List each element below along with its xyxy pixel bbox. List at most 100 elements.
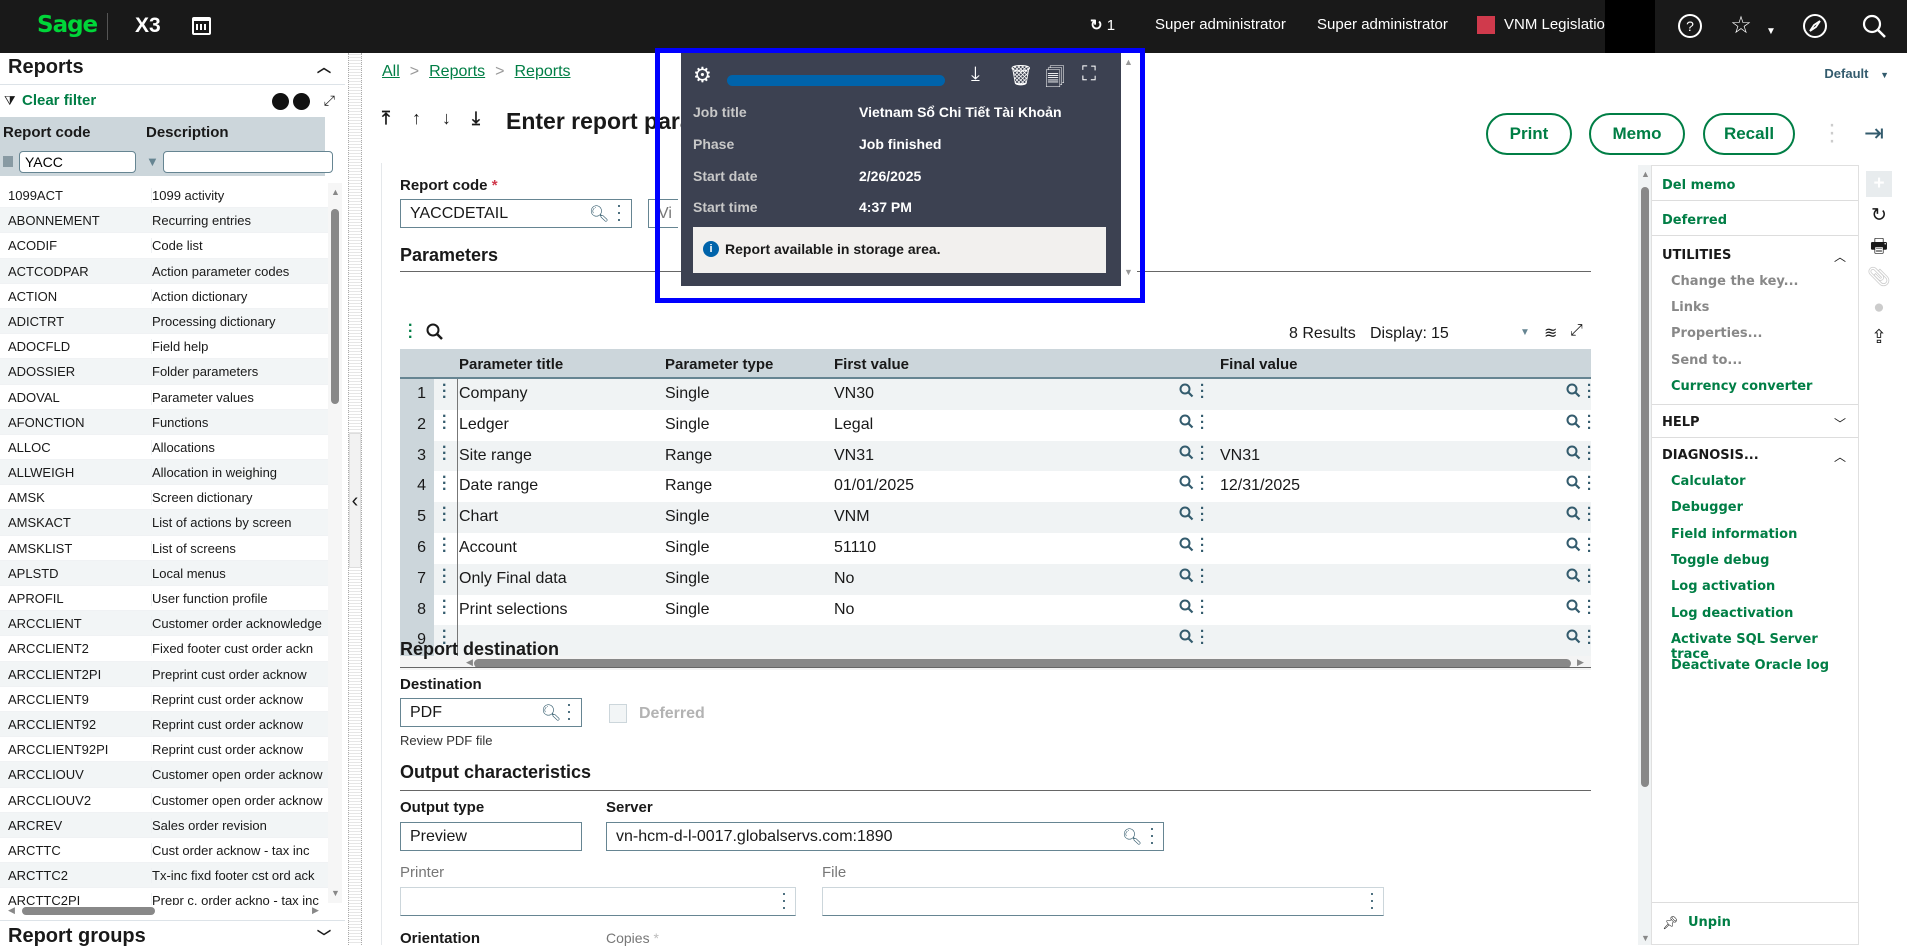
column-header-report-code[interactable]: Report code bbox=[3, 124, 91, 141]
fullscreen-icon[interactable]: ⛶ bbox=[1082, 63, 1096, 86]
table-row[interactable]: 3 · · · Site range Range VN31 · · · VN31 · · · bbox=[400, 439, 1592, 472]
scroll-down-icon[interactable]: ▼ bbox=[331, 888, 340, 898]
list-item[interactable]: ARCCLIENT9 Reprint cust order acknow bbox=[0, 687, 328, 712]
scrollbar-thumb[interactable] bbox=[22, 907, 155, 915]
properties-action[interactable]: Properties... bbox=[1671, 326, 1762, 341]
lookup-icon[interactable] bbox=[1179, 414, 1194, 433]
display-value[interactable]: 15 bbox=[1431, 325, 1449, 343]
search-icon[interactable] bbox=[1860, 12, 1888, 40]
output-type-field[interactable]: Preview bbox=[400, 822, 582, 851]
list-item[interactable]: ACTION Action dictionary bbox=[0, 284, 328, 309]
scroll-left-icon[interactable]: ◀ bbox=[8, 905, 15, 916]
table-row[interactable]: 6 · · · Account Single 51110 · · · · · · bbox=[400, 531, 1592, 564]
column-header-parameter-title[interactable]: Parameter title bbox=[459, 356, 563, 373]
field-menu-icon[interactable]: · · · bbox=[616, 196, 622, 228]
first-value-cell[interactable]: No bbox=[834, 601, 854, 619]
cell-menu-icon[interactable]: · · · bbox=[1587, 594, 1592, 621]
list-item[interactable]: ARCCLIENT Customer order acknowledge bbox=[0, 611, 328, 637]
list-vertical-scrollbar[interactable]: ▲ ▼ bbox=[328, 183, 342, 903]
cell-menu-icon[interactable]: · · · bbox=[1200, 624, 1205, 651]
expand-chevron-icon[interactable]: ﹀ bbox=[317, 927, 331, 947]
printer-field[interactable]: · · · bbox=[400, 884, 796, 916]
list-item[interactable]: ALLWEIGH Allocation in weighing bbox=[0, 460, 328, 486]
view-selector[interactable]: Default ▼ bbox=[1824, 66, 1889, 81]
lookup-icon[interactable] bbox=[1179, 568, 1194, 587]
utilities-section-header[interactable]: UTILITIES bbox=[1662, 248, 1731, 263]
list-item[interactable]: ADICTRT Processing dictionary bbox=[0, 308, 328, 335]
lookup-icon[interactable] bbox=[1566, 537, 1581, 556]
exit-icon[interactable]: ⇥ bbox=[1864, 119, 1884, 148]
table-row[interactable]: 1 · · · Company Single VN30 · · · · · · bbox=[400, 378, 1592, 410]
lookup-icon[interactable] bbox=[1179, 475, 1194, 494]
list-item[interactable]: ARCTTC2PI Prepr c. order ackno - tax inc bbox=[0, 888, 328, 905]
lookup-icon[interactable] bbox=[1179, 599, 1194, 618]
table-row[interactable]: 9 · · · · · · · · · bbox=[400, 624, 1592, 657]
column-header-parameter-type[interactable]: Parameter type bbox=[665, 356, 773, 373]
first-value-cell[interactable]: 01/01/2025 bbox=[834, 477, 914, 495]
diagnosis-action-deactivate-oracle-log[interactable]: Deactivate Oracle log bbox=[1671, 658, 1829, 673]
list-item[interactable]: ALLOC Allocations bbox=[0, 435, 328, 461]
refresh-icon[interactable]: ↻ bbox=[1866, 203, 1892, 229]
table-row[interactable]: 4 · · · Date range Range 01/01/2025 · · · 12/31/20… bbox=[400, 470, 1592, 503]
list-item[interactable]: ARCCLIENT92PI Reprint cust order acknow bbox=[0, 737, 328, 763]
lookup-icon[interactable]: 🔍︎ bbox=[589, 204, 609, 224]
cell-menu-icon[interactable]: · · · bbox=[1200, 532, 1205, 559]
field-menu-icon[interactable]: · · · bbox=[1369, 884, 1375, 916]
links-action[interactable]: Links bbox=[1671, 300, 1709, 315]
more-actions-icon[interactable]: · · · bbox=[1828, 113, 1836, 153]
lookup-icon[interactable] bbox=[1566, 414, 1581, 433]
printer-icon[interactable]: 🖶 bbox=[1866, 234, 1892, 260]
field-menu-icon[interactable]: · · · bbox=[781, 884, 787, 916]
column-header-final-value[interactable]: Final value bbox=[1220, 356, 1298, 373]
collapse-chevron-icon[interactable]: ︿ bbox=[317, 57, 331, 77]
lookup-icon[interactable] bbox=[1179, 506, 1194, 525]
first-record-icon[interactable]: ⤒ bbox=[382, 108, 412, 129]
export-icon[interactable]: ⇪ bbox=[1866, 325, 1892, 351]
cell-menu-icon[interactable]: · · · bbox=[1587, 440, 1592, 467]
table-row[interactable]: 7 · · · Only Final data Single No · · · · · · bbox=[400, 562, 1592, 595]
collapse-chevron-icon[interactable]: ︿ bbox=[1834, 448, 1846, 465]
row-menu-icon[interactable]: · · · bbox=[442, 439, 447, 467]
list-item[interactable]: ABONNEMENT Recurring entries bbox=[0, 208, 328, 234]
list-item[interactable]: ARCCLIENT92 Reprint cust order acknow bbox=[0, 711, 328, 738]
deferred-action[interactable]: Deferred bbox=[1662, 213, 1727, 228]
cell-menu-icon[interactable]: · · · bbox=[1200, 440, 1205, 467]
list-item[interactable]: ACTCODPAR Action parameter codes bbox=[0, 258, 328, 284]
row-menu-icon[interactable]: · · · bbox=[442, 378, 447, 406]
clear-filter-icon[interactable]: ⧩ bbox=[4, 93, 16, 109]
list-item[interactable]: AFONCTION Functions bbox=[0, 409, 328, 435]
previous-record-icon[interactable]: ↑ bbox=[412, 108, 442, 129]
breadcrumb-reports-2[interactable]: Reports bbox=[515, 63, 571, 80]
lookup-icon[interactable] bbox=[1566, 568, 1581, 587]
unpin-icon[interactable]: 📌︎ bbox=[1662, 915, 1679, 931]
role-menu[interactable]: Super administrator bbox=[1317, 16, 1448, 33]
delete-icon[interactable]: 🗑︎ bbox=[1008, 63, 1033, 88]
cell-menu-icon[interactable]: · · · bbox=[1587, 532, 1592, 559]
lookup-icon[interactable] bbox=[1179, 537, 1194, 556]
report-code-filter-input[interactable] bbox=[19, 151, 136, 173]
breadcrumb-all[interactable]: All bbox=[382, 63, 400, 80]
cell-menu-icon[interactable]: · · · bbox=[1587, 378, 1592, 405]
cell-menu-icon[interactable]: · · · bbox=[1587, 563, 1592, 590]
row-menu-icon[interactable]: · · · bbox=[442, 531, 447, 559]
list-item[interactable]: ARCCLIENT2PI Preprint cust order acknow bbox=[0, 661, 328, 687]
row-menu-icon[interactable]: · · · bbox=[442, 470, 447, 498]
breadcrumb-reports-1[interactable]: Reports bbox=[429, 63, 485, 80]
list-item[interactable]: AMSK Screen dictionary bbox=[0, 485, 328, 511]
del-memo-action[interactable]: Del memo bbox=[1662, 178, 1735, 193]
user-menu[interactable]: Super administrator bbox=[1155, 16, 1286, 33]
gear-icon[interactable]: ⚙ bbox=[693, 63, 712, 88]
diagnosis-section-header[interactable]: DIAGNOSIS... bbox=[1662, 448, 1759, 463]
report-code-field[interactable]: YACCDETAIL 🔍︎ · · · bbox=[400, 196, 632, 228]
first-value-cell[interactable]: VN31 bbox=[834, 447, 874, 465]
collapse-chevron-icon[interactable]: ︿ bbox=[1834, 248, 1846, 265]
cell-menu-icon[interactable]: · · · bbox=[1587, 409, 1592, 436]
cell-menu-icon[interactable]: · · · bbox=[1587, 624, 1592, 651]
lookup-icon[interactable] bbox=[1566, 629, 1581, 648]
file-field[interactable]: · · · bbox=[822, 884, 1384, 916]
cell-menu-icon[interactable]: · · · bbox=[1200, 563, 1205, 590]
diagnosis-action-log-deactivation[interactable]: Log deactivation bbox=[1671, 606, 1793, 621]
favorites-dropdown-icon[interactable]: ▼ bbox=[1766, 26, 1776, 37]
description-filter-input[interactable] bbox=[163, 151, 333, 173]
diagnosis-action-field-information[interactable]: Field information bbox=[1671, 527, 1797, 542]
